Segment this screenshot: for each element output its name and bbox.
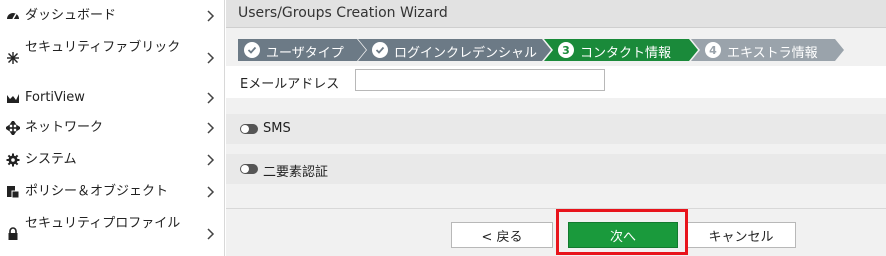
lock-icon [6, 227, 20, 241]
sidebar-item-label: ダッシュボード [25, 8, 117, 23]
sidebar-item-security-profiles[interactable]: セキュリティプロファイル [0, 212, 224, 256]
sidebar-item-label: ポリシー＆オブジェクト [25, 184, 169, 199]
back-button[interactable]: < 戻る [451, 222, 553, 248]
sidebar-nav: ダッシュボード セキュリティファブリック FortiView ネットワーク シス… [0, 0, 225, 256]
sidebar-item-policy-objects[interactable]: ポリシー＆オブジェクト [0, 180, 224, 204]
sms-label: SMS [263, 121, 291, 136]
sidebar-item-label: ネットワーク [25, 120, 104, 135]
sidebar-item-label: セキュリティプロファイル [25, 216, 181, 231]
wizard-step-contact-info[interactable]: 3 コンタクト情報 [544, 39, 698, 61]
sms-toggle[interactable] [240, 124, 258, 134]
sidebar-item-label: FortiView [25, 90, 85, 105]
sidebar-item-dashboard[interactable]: ダッシュボード [0, 4, 224, 28]
chart-icon [6, 91, 20, 105]
step-label: ログインクレデンシャル [394, 46, 538, 61]
chevron-right-icon [206, 92, 216, 104]
two-factor-label: 二要素認証 [263, 165, 329, 180]
cancel-button[interactable]: キャンセル [686, 222, 796, 248]
wizard-footer: < 戻る 次へ キャンセル [226, 208, 886, 256]
sidebar-item-fortiview[interactable]: FortiView [0, 86, 224, 110]
gear-icon [6, 153, 20, 167]
step-number-4-icon: 4 [705, 42, 721, 58]
email-field[interactable] [355, 69, 605, 91]
network-arrows-icon [6, 121, 20, 135]
wizard-titlebar: Users/Groups Creation Wizard [226, 0, 886, 28]
toggle-knob [241, 125, 249, 133]
sidebar-item-security-fabric[interactable]: セキュリティファブリック [0, 36, 224, 80]
app-root: ダッシュボード セキュリティファブリック FortiView ネットワーク シス… [0, 0, 886, 256]
wizard-step-login-credentials[interactable]: ログインクレデンシャル [358, 39, 551, 61]
next-button[interactable]: 次へ [568, 222, 678, 248]
chevron-right-icon [206, 122, 216, 134]
chevron-right-icon [206, 52, 216, 64]
step-label: コンタクト情報 [580, 46, 672, 61]
step-label: エキストラ情報 [727, 46, 818, 61]
two-factor-row: 二要素認証 [226, 154, 886, 184]
step-label: ユーザタイプ [266, 46, 344, 61]
email-label: Eメールアドレス [240, 77, 340, 92]
email-row: Eメールアドレス [226, 66, 886, 98]
sidebar-item-label: システム [25, 152, 77, 167]
check-icon [244, 42, 260, 58]
chevron-right-icon [206, 186, 216, 198]
chevron-right-icon [206, 154, 216, 166]
sidebar-item-network[interactable]: ネットワーク [0, 116, 224, 140]
policy-icon [6, 185, 20, 199]
chevron-right-icon [206, 228, 216, 240]
toggle-knob [241, 165, 249, 173]
sidebar-item-label: セキュリティファブリック [25, 40, 181, 55]
chevron-right-icon [206, 10, 216, 22]
wizard-step-extra-info[interactable]: 4 エキストラ情報 [691, 39, 844, 61]
page-title: Users/Groups Creation Wizard [238, 5, 448, 21]
sidebar-item-system[interactable]: システム [0, 148, 224, 172]
two-factor-toggle[interactable] [240, 164, 258, 174]
wizard-panel: Users/Groups Creation Wizard ユーザタイプ ログイン… [226, 0, 886, 256]
step-number-3-icon: 3 [558, 42, 574, 58]
dashboard-icon [6, 9, 20, 23]
fabric-icon [6, 51, 20, 65]
sms-row: SMS [226, 114, 886, 144]
check-icon [372, 42, 388, 58]
wizard-step-user-type[interactable]: ユーザタイプ [238, 39, 366, 61]
